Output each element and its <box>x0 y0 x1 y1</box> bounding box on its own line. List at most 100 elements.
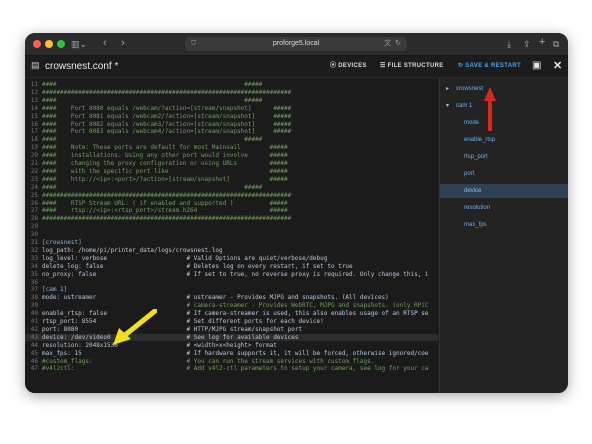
download-icon[interactable]: ⤓ <box>507 38 511 50</box>
code-line[interactable]: 29 <box>25 223 438 231</box>
line-number: 18 <box>30 136 38 144</box>
file-structure-panel: ▸ crowsnest ▾ cam 1 mode enable_rtsp rtsp_port… <box>439 78 568 393</box>
line-number: 22 <box>30 167 38 175</box>
code-line[interactable]: 22 #### with the specific port like ##### <box>25 168 438 176</box>
line-number: 11 <box>30 81 38 88</box>
code-line[interactable]: 30 <box>25 231 438 239</box>
tree-item[interactable]: mode <box>440 116 568 130</box>
tree-group-1[interactable]: ▾ cam 1 <box>440 99 568 113</box>
new-tab-icon[interactable]: + <box>539 36 545 48</box>
close-icon[interactable]: ✕ <box>553 59 562 72</box>
file-title: crowsnest.conf * <box>45 61 119 72</box>
code-line[interactable]: 36 <box>25 279 438 287</box>
code-line[interactable]: 31 [crowsnest] <box>25 239 438 247</box>
tab-overview-icon[interactable]: ⧉ <box>553 38 559 50</box>
devices-icon: ⦿ <box>330 63 337 69</box>
code-line[interactable]: 14 #### Port 8080 equals /webcam/?action=… <box>25 105 438 113</box>
tree-item[interactable]: port <box>440 167 568 181</box>
code-line[interactable]: 35 no_proxy: false # If set to true, no r… <box>25 271 438 279</box>
share-icon[interactable]: ⇪ <box>523 38 531 50</box>
code-line[interactable]: 12 ######################################… <box>25 89 438 97</box>
code-line[interactable]: 32 log_path: /home/pi/printer_data/logs/c… <box>25 247 438 255</box>
code-line[interactable]: 38 mode: ustreamer # ustreamer - Provides… <box>25 294 438 302</box>
line-text: #custom_flags: # You can run the stream … <box>42 357 375 365</box>
line-number: 42 <box>30 325 38 333</box>
line-number: 31 <box>30 239 38 246</box>
translate-icon[interactable]: 文 <box>384 37 391 51</box>
code-line[interactable]: 37 [cam 1] <box>25 286 438 294</box>
line-number: 17 <box>30 128 38 136</box>
code-line[interactable]: 33 log_level: verbose # Valid Options are… <box>25 255 438 263</box>
tree-item[interactable]: resolution <box>440 201 568 215</box>
code-line[interactable]: 18 #### ##### <box>25 136 438 144</box>
code-line[interactable]: 21 #### changing the proxy configuration … <box>25 160 438 168</box>
code-line[interactable]: 44 resolution: 2048x1536 # <width>x<heigh… <box>25 342 438 350</box>
file-structure-button[interactable]: ☰ FILE STRUCTURE <box>380 62 444 71</box>
code-line[interactable]: 23 #### http://<ip>:<port>/?action=[strea… <box>25 176 438 184</box>
tree-item-label: device <box>464 188 482 194</box>
code-line[interactable]: 43 device: /dev/video0 # See log for avai… <box>25 333 438 342</box>
line-number: 47 <box>30 365 38 373</box>
line-number: 35 <box>30 270 38 278</box>
save-icon[interactable]: ▣ <box>532 60 541 71</box>
code-line[interactable]: 40 enable_rtsp: false # If camera-streame… <box>25 310 438 318</box>
line-text: delete_log: false # Deletes log on every… <box>42 262 353 270</box>
caret-right-icon: ▸ <box>446 86 450 92</box>
line-text: port: 8080 # HTTP/MJPG stream/snapshot p… <box>42 325 303 333</box>
line-number: 41 <box>30 318 38 325</box>
minimize-window-button[interactable] <box>45 40 53 48</box>
devices-button[interactable]: ⦿ DEVICES <box>330 62 367 71</box>
caret-down-icon: ▾ <box>446 103 450 109</box>
code-line[interactable]: 42 port: 8080 # HTTP/MJPG stream/snapshot… <box>25 326 438 334</box>
tree-group-0[interactable]: ▸ crowsnest <box>440 82 568 96</box>
line-number: 46 <box>30 357 38 365</box>
tree-item-label: rtsp_port <box>464 154 488 160</box>
code-line[interactable]: 17 #### Port 8083 equals /webcam4/?action… <box>25 128 438 136</box>
tree-item[interactable]: enable_rtsp <box>440 133 568 147</box>
line-number: 33 <box>30 254 38 262</box>
code-line[interactable]: 20 #### installations. Using any other po… <box>25 152 438 160</box>
code-line[interactable]: 11 #### ##### <box>25 81 438 89</box>
shield-icon: ⛉ <box>191 40 197 47</box>
line-text: # camera-streamer - Provides WebRTC, MJP… <box>42 302 429 310</box>
code-line[interactable]: 24 #### ##### <box>25 184 438 192</box>
line-number: 32 <box>30 246 38 254</box>
line-number: 23 <box>30 175 38 183</box>
maximize-window-button[interactable] <box>57 40 65 48</box>
forward-icon[interactable]: › <box>121 37 125 49</box>
reload-icon[interactable]: ↻ <box>395 37 401 51</box>
sidebar-toggle-icon[interactable]: ▥⌄ <box>71 38 87 50</box>
save-restart-button[interactable]: ↻ SAVE & RESTART <box>458 62 521 71</box>
line-number: 25 <box>30 191 38 199</box>
code-line[interactable]: 41 rtsp_port: 8554 # Set different ports … <box>25 318 438 326</box>
code-line[interactable]: 34 delete_log: false # Deletes log on eve… <box>25 263 438 271</box>
code-line[interactable]: 27 #### rtsp://<ip>:<rtsp_port>/stream.h2… <box>25 207 438 215</box>
line-number: 21 <box>30 160 38 167</box>
code-line[interactable]: 25 ######################################… <box>25 192 438 200</box>
code-line[interactable]: 39 # camera-streamer - Provides WebRTC, … <box>25 302 438 310</box>
back-icon[interactable]: ‹ <box>103 37 107 49</box>
code-line[interactable]: 45 max_fps: 15 # If hardware supports it,… <box>25 350 438 358</box>
code-line[interactable]: 15 #### Port 8081 equals /webcam2/?action… <box>25 113 438 121</box>
line-text: ########################################… <box>42 88 292 96</box>
code-line[interactable]: 26 #### RTSP Stream URL: ( if enabled and… <box>25 200 438 208</box>
tree-item[interactable]: max_fps <box>440 218 568 232</box>
line-number: 37 <box>30 286 38 294</box>
code-editor[interactable]: 11 #### ##### 12 ##########################… <box>25 78 438 393</box>
line-number: 30 <box>30 231 38 239</box>
close-window-button[interactable] <box>33 40 41 48</box>
code-line[interactable]: 16 #### Port 8082 equals /webcam3/?action… <box>25 121 438 129</box>
code-line[interactable]: 28 ######################################… <box>25 215 438 223</box>
tree-item[interactable]: rtsp_port <box>440 150 568 164</box>
code-line[interactable]: 46 #custom_flags: # You can run the strea… <box>25 358 438 366</box>
line-text: enable_rtsp: false # If camera-streamer … <box>42 310 429 318</box>
line-text: #### ##### <box>42 136 263 144</box>
restart-icon: ↻ <box>458 63 464 69</box>
code-line[interactable]: 47 #v4l2ctl: # Add v4l2-ctl parameters to… <box>25 365 438 373</box>
line-text: device: /dev/video0 # See log for availa… <box>42 333 299 341</box>
code-line[interactable]: 19 #### Note: These ports are default for… <box>25 144 438 152</box>
line-number: 34 <box>30 262 38 270</box>
address-bar[interactable]: ⛉ proforge5.local 文 ↻ <box>185 37 407 51</box>
code-line[interactable]: 13 #### ##### <box>25 97 438 105</box>
tree-item[interactable]: device <box>440 184 568 198</box>
